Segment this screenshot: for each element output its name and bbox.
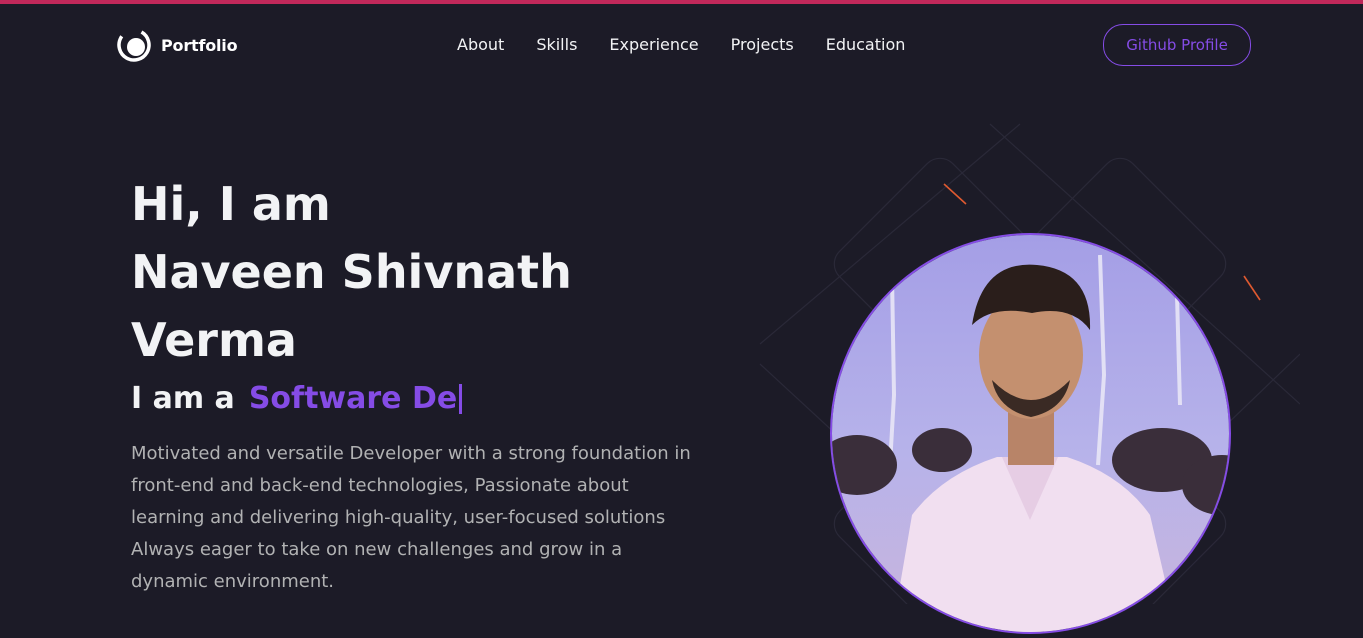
name-line-1: Naveen Shivnath — [131, 245, 572, 299]
role-prefix: I am a — [131, 381, 235, 416]
hero-title: Hi, I am Naveen Shivnath Verma — [131, 170, 651, 374]
logo[interactable]: Portfolio — [117, 28, 238, 62]
github-profile-button[interactable]: Github Profile — [1103, 24, 1251, 66]
role-typewriter: I am a Software De — [131, 381, 463, 416]
nav-link-skills[interactable]: Skills — [536, 35, 577, 54]
nav-link-about[interactable]: About — [457, 35, 504, 54]
nav-link-projects[interactable]: Projects — [731, 35, 794, 54]
role-typed-text: Software De — [248, 381, 458, 416]
portfolio-logo-icon — [117, 28, 151, 62]
nav-link-education[interactable]: Education — [826, 35, 906, 54]
profile-photo — [832, 235, 1229, 632]
greeting-line: Hi, I am — [131, 177, 331, 231]
logo-text: Portfolio — [161, 35, 238, 55]
nav-link-experience[interactable]: Experience — [609, 35, 698, 54]
profile-avatar — [830, 233, 1231, 634]
hero-section: Hi, I am Naveen Shivnath Verma I am a So… — [0, 84, 1363, 638]
hero-bio: Motivated and versatile Developer with a… — [131, 443, 691, 592]
typing-cursor-icon — [459, 383, 463, 414]
nav-links: About Skills Experience Projects Educati… — [457, 35, 905, 54]
navbar: Portfolio About Skills Experience Projec… — [0, 4, 1363, 84]
name-line-2: Verma — [131, 313, 297, 367]
